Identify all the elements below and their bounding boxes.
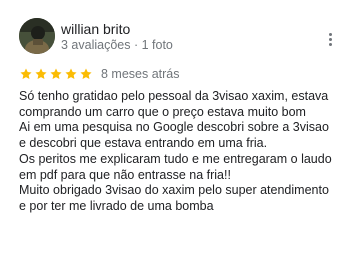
review-text-line: Os peritos me explicaram tudo e me entre…	[19, 151, 332, 166]
review-text: Só tenho gratidao pelo pessoal da 3visao…	[19, 89, 359, 215]
avatar-photo	[19, 18, 55, 54]
star-icon	[80, 68, 92, 80]
star-icon	[50, 68, 62, 80]
review-text-line: comprando um carro que o preço estava mu…	[19, 104, 306, 119]
review-time: 8 meses atrás	[101, 67, 180, 81]
review-text-line: e descobri que estava entrando em uma fr…	[19, 136, 268, 151]
author-avatar[interactable]	[19, 18, 55, 54]
review-text-line: Muito obrigado 3visao do xaxim pelo supe…	[19, 183, 329, 198]
star-icon	[65, 68, 77, 80]
star-icon	[20, 68, 32, 80]
star-icon	[35, 68, 47, 80]
author-meta: 3 avaliações · 1 foto	[61, 38, 173, 52]
review-text-line: Ai em uma pesquisa no Google descobri so…	[19, 120, 329, 135]
more-vert-icon[interactable]	[326, 30, 334, 48]
author-name[interactable]: willian brito	[61, 21, 130, 37]
review-text-line: e por ter me livrado de uma bomba	[19, 198, 214, 213]
review-text-line: em pdf para que não entrasse na fria!!	[19, 167, 231, 182]
review-text-line: Só tenho gratidao pelo pessoal da 3visao…	[19, 89, 329, 103]
rating-row: 8 meses atrás	[19, 66, 180, 82]
star-rating	[19, 67, 93, 81]
